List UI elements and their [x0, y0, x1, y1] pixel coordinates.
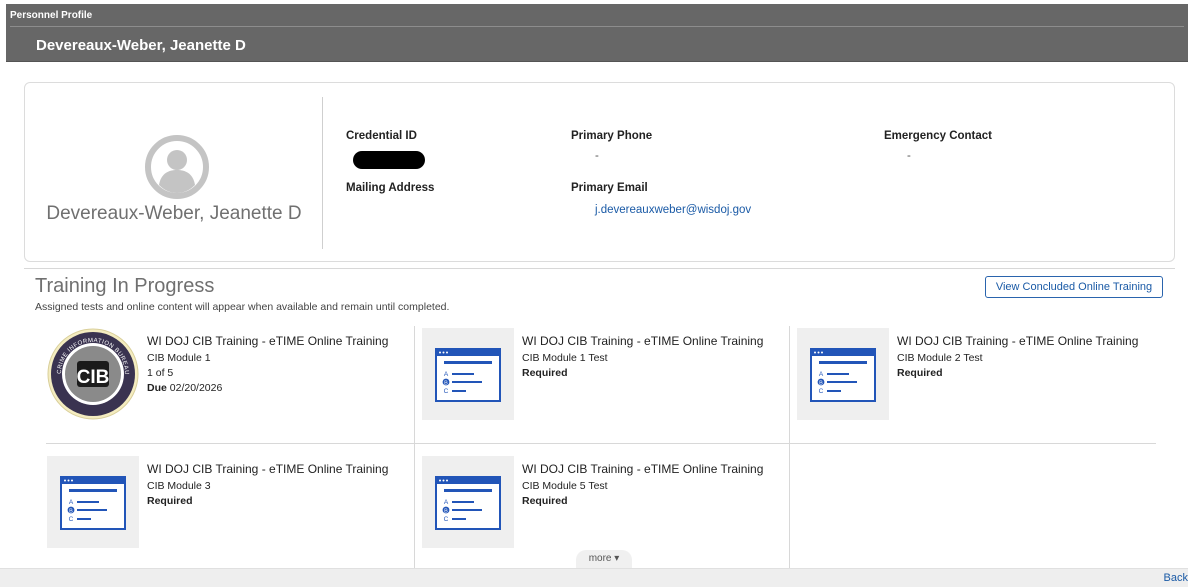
svg-text:A: A — [444, 371, 449, 378]
seal-letters: CIB — [77, 367, 110, 388]
card-status: Required — [897, 367, 943, 379]
grid-divider — [46, 443, 1156, 444]
card-due: Due 02/20/2026 — [147, 382, 222, 394]
section-title: Personnel Profile — [10, 10, 93, 21]
profile-divider — [322, 97, 323, 249]
svg-text:C: C — [819, 388, 824, 395]
card-title: WI DOJ CIB Training - eTIME Online Train… — [147, 462, 389, 476]
quiz-window-icon: A B C — [435, 476, 501, 530]
header-divider — [10, 26, 1184, 27]
svg-text:A: A — [819, 371, 824, 378]
svg-text:B: B — [444, 380, 448, 386]
emergency-contact-value: - — [907, 150, 911, 162]
primary-phone-value: - — [595, 150, 599, 162]
card-thumbnail: A B C — [797, 328, 889, 420]
primary-email-link[interactable]: j.devereauxweber@wisdoj.gov — [595, 204, 751, 216]
avatar-panel: Devereaux-Weber, Jeanette D — [25, 83, 323, 261]
training-card[interactable]: CIB CRIME INFORMATION BUREAU WI DOJ CIB … — [47, 328, 407, 428]
card-module: CIB Module 1 — [147, 352, 211, 364]
grid-divider — [414, 326, 415, 568]
card-title: WI DOJ CIB Training - eTIME Online Train… — [522, 334, 764, 348]
svg-text:B: B — [69, 508, 73, 514]
quiz-window-icon: A B C — [60, 476, 126, 530]
card-module: CIB Module 5 Test — [522, 480, 608, 492]
cib-seal-icon: CIB CRIME INFORMATION BUREAU — [47, 328, 139, 420]
svg-text:A: A — [69, 499, 74, 506]
training-card[interactable]: A B C WI DOJ CIB Training - eTIME Online… — [797, 328, 1157, 428]
profile-display-name: Devereaux-Weber, Jeanette D — [46, 203, 302, 224]
redacted-credential-id — [353, 151, 425, 169]
quiz-window-icon: A B C — [435, 348, 501, 402]
card-thumbnail: A B C — [47, 456, 139, 548]
card-thumbnail: A B C — [422, 328, 514, 420]
training-card[interactable]: A B C WI DOJ CIB Training - eTIME Online… — [47, 456, 407, 556]
card-thumbnail: CIB CRIME INFORMATION BUREAU — [47, 328, 139, 420]
due-label: Due — [147, 382, 167, 394]
profile-card: Devereaux-Weber, Jeanette D Credential I… — [24, 82, 1175, 262]
card-module: CIB Module 2 Test — [897, 352, 983, 364]
card-status: Required — [522, 495, 568, 507]
emergency-contact-label: Emergency Contact — [884, 130, 993, 142]
svg-text:A: A — [444, 499, 449, 506]
svg-text:C: C — [69, 516, 74, 523]
avatar-icon — [145, 135, 209, 199]
card-thumbnail: A B C — [422, 456, 514, 548]
card-module: CIB Module 1 Test — [522, 352, 608, 364]
training-section-subtitle: Assigned tests and online content will a… — [35, 301, 450, 313]
page-header: Personnel Profile Devereaux-Weber, Jeane… — [6, 4, 1188, 62]
card-title: WI DOJ CIB Training - eTIME Online Train… — [897, 334, 1139, 348]
training-section-title: Training In Progress — [35, 275, 215, 297]
training-card[interactable]: A B C WI DOJ CIB Training - eTIME Online… — [422, 328, 782, 428]
credential-id-label: Credential ID — [346, 130, 417, 142]
page-title: Devereaux-Weber, Jeanette D — [36, 37, 246, 54]
section-divider — [24, 268, 1175, 269]
training-card[interactable]: A B C WI DOJ CIB Training - eTIME Online… — [422, 456, 782, 556]
card-module: CIB Module 3 — [147, 480, 211, 492]
view-concluded-training-button[interactable]: View Concluded Online Training — [985, 276, 1163, 298]
back-link[interactable]: Back — [1164, 572, 1188, 584]
card-status: Required — [147, 495, 193, 507]
due-date: 02/20/2026 — [169, 382, 223, 394]
more-button[interactable]: more ▾ — [576, 550, 632, 568]
primary-email-label: Primary Email — [571, 182, 648, 194]
svg-text:B: B — [444, 508, 448, 514]
footer-bar: Back — [0, 568, 1188, 587]
card-progress: 1 of 5 — [147, 367, 174, 379]
card-title: WI DOJ CIB Training - eTIME Online Train… — [522, 462, 764, 476]
grid-divider — [789, 326, 790, 568]
svg-text:C: C — [444, 516, 449, 523]
quiz-window-icon: A B C — [810, 348, 876, 402]
card-status: Required — [522, 367, 568, 379]
svg-text:B: B — [819, 380, 823, 386]
card-title: WI DOJ CIB Training - eTIME Online Train… — [147, 334, 389, 348]
primary-phone-label: Primary Phone — [571, 130, 653, 142]
svg-text:C: C — [444, 388, 449, 395]
mailing-address-label: Mailing Address — [346, 182, 435, 194]
